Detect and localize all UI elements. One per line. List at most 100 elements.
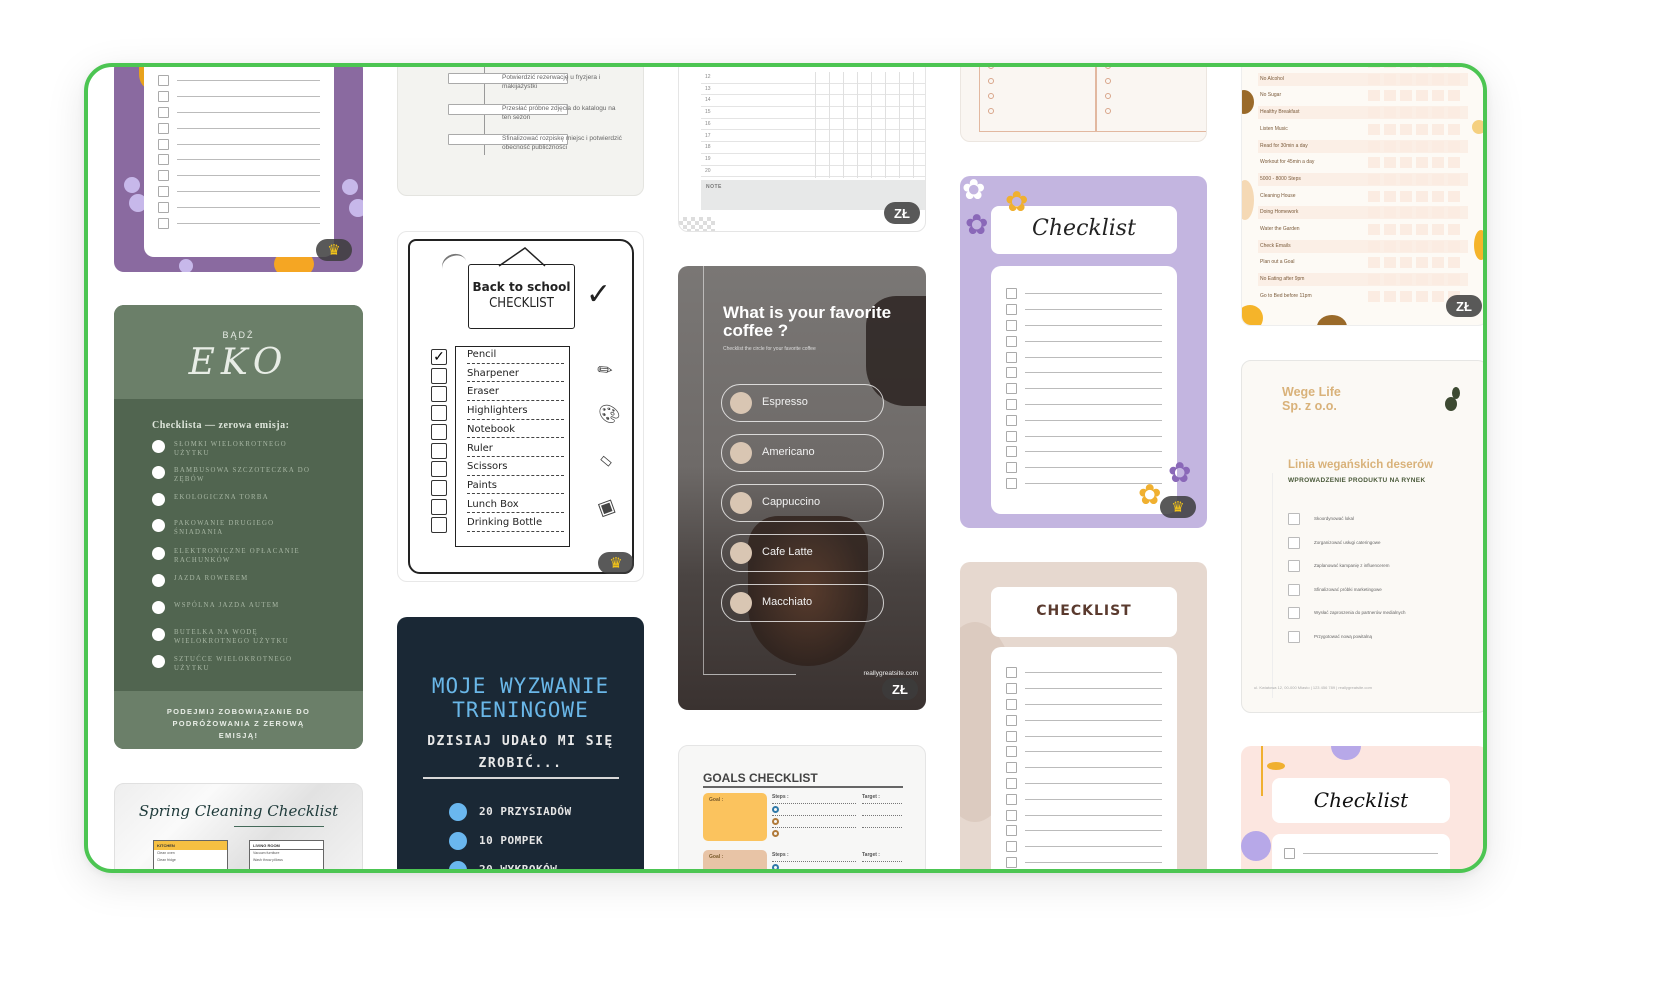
radio-circle[interactable]: [730, 492, 752, 514]
checkbox[interactable]: [1006, 367, 1017, 379]
habit-cell[interactable]: [1416, 73, 1428, 85]
habit-cell[interactable]: [1448, 157, 1460, 169]
habit-cell[interactable]: [1432, 67, 1444, 68]
checkbox-circle[interactable]: [152, 655, 165, 668]
habit-cell[interactable]: [1432, 90, 1444, 102]
template-card-wege-life[interactable]: Wege Life Sp. z o.o. Linia wegańskich des…: [1241, 360, 1483, 713]
checkbox[interactable]: [158, 91, 169, 103]
habit-cell[interactable]: [1448, 207, 1460, 219]
checkbox[interactable]: [1006, 714, 1017, 726]
habit-cell[interactable]: [1400, 290, 1412, 302]
checkbox-circle[interactable]: [152, 574, 165, 587]
coffee-option[interactable]: Cappuccino: [721, 484, 884, 522]
habit-cell[interactable]: [1400, 107, 1412, 119]
habit-cell[interactable]: [1400, 157, 1412, 169]
habit-cell[interactable]: [1448, 274, 1460, 286]
habit-cell[interactable]: [1416, 123, 1428, 135]
radio-circle[interactable]: [730, 542, 752, 564]
checkbox[interactable]: [158, 138, 169, 150]
habit-cell[interactable]: [1400, 173, 1412, 185]
habit-cell[interactable]: [1384, 107, 1396, 119]
habit-cell[interactable]: [1384, 274, 1396, 286]
coffee-option[interactable]: Espresso: [721, 384, 884, 422]
checkbox[interactable]: [1006, 477, 1017, 489]
checkbox[interactable]: [1006, 351, 1017, 363]
habit-cell[interactable]: [1368, 257, 1380, 269]
checkbox-circle[interactable]: [152, 601, 165, 614]
checkbox[interactable]: [431, 461, 447, 478]
habit-cell[interactable]: [1432, 257, 1444, 269]
habit-cell[interactable]: [1368, 157, 1380, 169]
habit-cell[interactable]: [1416, 224, 1428, 235]
habit-cell[interactable]: [1368, 224, 1380, 235]
habit-cell[interactable]: [1432, 140, 1444, 152]
template-card-habit-tracker[interactable]: Drink Water No Alcohol No Sugar Healthy Bre…: [1241, 67, 1483, 326]
checkbox[interactable]: [158, 217, 169, 229]
habit-cell[interactable]: [1368, 240, 1380, 252]
checkbox[interactable]: [1288, 513, 1300, 525]
habit-cell[interactable]: [1384, 90, 1396, 102]
checkbox-circle[interactable]: [152, 466, 165, 479]
coffee-option[interactable]: Macchiato: [721, 584, 884, 622]
habit-cell[interactable]: [1448, 224, 1460, 235]
habit-cell[interactable]: [1368, 90, 1380, 102]
checkbox[interactable]: [158, 170, 169, 182]
habit-cell[interactable]: [1448, 240, 1460, 252]
checkbox[interactable]: [158, 185, 169, 197]
checkbox[interactable]: [431, 367, 447, 384]
checkbox[interactable]: [1006, 288, 1017, 300]
habit-cell[interactable]: [1384, 257, 1396, 269]
habit-cell[interactable]: [1384, 190, 1396, 202]
coffee-option[interactable]: Americano: [721, 434, 884, 472]
checkbox[interactable]: [431, 479, 447, 496]
habit-cell[interactable]: [1368, 107, 1380, 119]
checkbox[interactable]: [1006, 809, 1017, 821]
template-card-dot-boxes[interactable]: [960, 67, 1207, 142]
checkbox-circle[interactable]: [152, 628, 165, 641]
template-card-eko[interactable]: BĄDŹ EKO Checklista — zerowa emisja: SŁO…: [114, 305, 363, 749]
habit-cell[interactable]: [1384, 240, 1396, 252]
habit-cell[interactable]: [1400, 224, 1412, 235]
habit-cell[interactable]: [1416, 140, 1428, 152]
habit-cell[interactable]: [1448, 73, 1460, 85]
habit-cell[interactable]: [1432, 73, 1444, 85]
template-card-training[interactable]: MOJE WYZWANIE TRENINGOWE DZISIAJ UDAŁO M…: [397, 617, 644, 869]
checkbox[interactable]: [158, 75, 169, 87]
checkbox[interactable]: [1006, 335, 1017, 347]
habit-cell[interactable]: [1416, 173, 1428, 185]
checkbox[interactable]: [1006, 793, 1017, 805]
radio-circle[interactable]: [730, 592, 752, 614]
step-ring[interactable]: [772, 864, 779, 869]
habit-cell[interactable]: [1416, 90, 1428, 102]
checkbox[interactable]: [1006, 304, 1017, 316]
habit-cell[interactable]: [1400, 73, 1412, 85]
checkbox[interactable]: [431, 405, 447, 422]
checkbox-circle[interactable]: [152, 493, 165, 506]
habit-cell[interactable]: [1416, 240, 1428, 252]
habit-cell[interactable]: [1448, 123, 1460, 135]
habit-cell[interactable]: [1448, 140, 1460, 152]
habit-cell[interactable]: [1432, 157, 1444, 169]
habit-cell[interactable]: [1400, 123, 1412, 135]
habit-cell[interactable]: [1384, 140, 1396, 152]
template-card-pink-checklist[interactable]: Checklist: [1241, 746, 1483, 869]
template-card-salon-checklist[interactable]: Potwierdzić rezerwację u fryzjera i maki…: [397, 67, 644, 196]
habit-cell[interactable]: [1368, 190, 1380, 202]
habit-cell[interactable]: [1432, 190, 1444, 202]
habit-cell[interactable]: [1432, 207, 1444, 219]
habit-cell[interactable]: [1400, 67, 1412, 68]
checkbox[interactable]: [1006, 398, 1017, 410]
checkbox[interactable]: [431, 498, 447, 515]
checkbox[interactable]: [1288, 536, 1300, 549]
checkbox-circle[interactable]: [152, 440, 165, 453]
checkbox[interactable]: [1006, 414, 1017, 426]
checkbox[interactable]: [1006, 446, 1017, 458]
checkbox[interactable]: [158, 106, 169, 118]
habit-cell[interactable]: [1448, 173, 1460, 185]
habit-cell[interactable]: [1368, 140, 1380, 152]
checkbox[interactable]: [1288, 607, 1300, 619]
checkbox[interactable]: [1006, 730, 1017, 742]
habit-cell[interactable]: [1368, 67, 1380, 68]
habit-cell[interactable]: [1448, 107, 1460, 119]
habit-cell[interactable]: [1368, 173, 1380, 185]
